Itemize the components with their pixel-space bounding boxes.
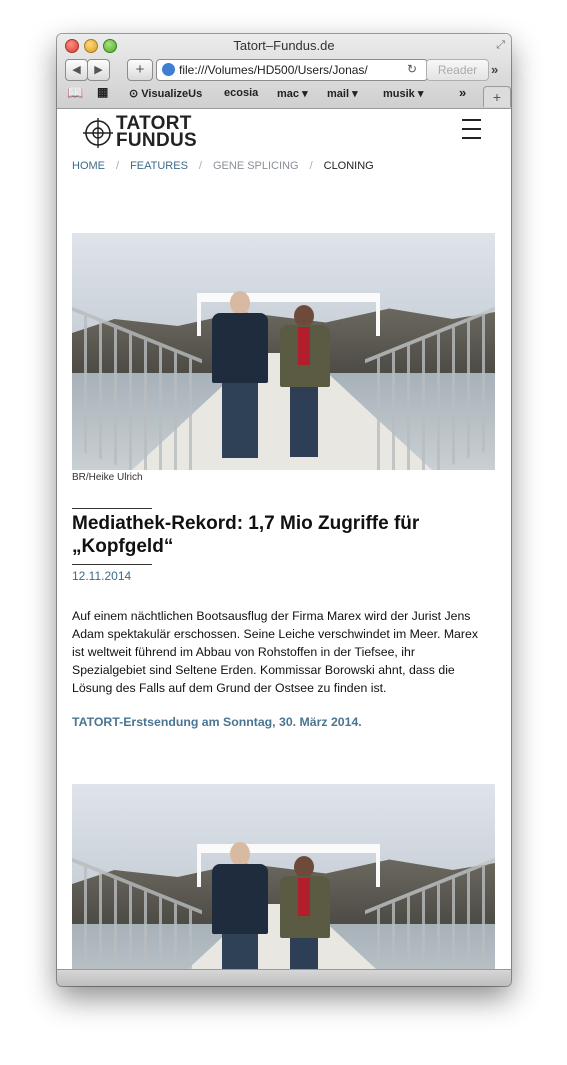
bookmark-mac[interactable]: mac ▾ [277,87,308,100]
reload-icon[interactable]: ↻ [407,59,423,79]
share-add-button[interactable]: + [127,59,153,81]
add-icon: + [135,61,145,78]
address-bar[interactable]: file:///Volumes/HD500/Users/Jonas/ [156,59,428,81]
breadcrumb-cloning: CLONING [323,160,374,172]
new-tab-button[interactable]: + [483,86,511,107]
forward-icon: ▶ [94,64,103,76]
crosshair-logo-icon [83,118,113,148]
divider [72,564,152,565]
article-image[interactable] [72,233,495,470]
window-title: Tatort–Fundus.de [233,38,335,53]
article-cta-link[interactable]: TATORT-Erstsendung am Sonntag, 30. März … [72,715,362,729]
fullscreen-icon[interactable]: ⤢ [496,39,505,52]
bookmark-musik[interactable]: musik ▾ [383,87,423,100]
breadcrumb-features[interactable]: FEATURES [130,160,188,172]
page-content: TATORT FUNDUS HOME / FEATURES / GENE SPLICIN… [57,109,511,969]
bookmark-ecosia[interactable]: ecosia [224,87,258,99]
grid-icon[interactable]: ▦ [97,85,108,99]
back-icon: ◀ [72,64,81,76]
forward-button[interactable]: ▶ [87,59,110,81]
status-bar [57,969,511,986]
browser-chrome: Tatort–Fundus.de ⤢ ◀ ▶ + file:///Volumes… [57,34,511,109]
bookmarks-bar: 📖 ▦ ⊙ VisualizeUs ecosia mac ▾ mail ▾ mu… [57,84,511,104]
menu-icon[interactable] [462,119,481,139]
book-icon[interactable]: 📖 [67,85,83,101]
reader-button[interactable]: Reader [426,59,489,81]
image-caption: BR/Heike Ulrich [72,472,143,483]
breadcrumb-gene-splicing[interactable]: GENE SPLICING [213,160,299,172]
bookmark-visualizeus[interactable]: ⊙ VisualizeUs [129,87,202,100]
bookmarks-overflow-icon[interactable]: » [459,85,466,100]
address-text: file:///Volumes/HD500/Users/Jonas/ [179,63,368,77]
title-bar: Tatort–Fundus.de ⤢ [57,34,511,56]
article-date: 12.11.2014 [72,569,132,583]
article-body: Auf einem nächtlichen Bootsausflug der F… [72,609,478,695]
bookmark-mail[interactable]: mail ▾ [327,87,358,100]
breadcrumb: HOME / FEATURES / GENE SPLICING / CLONING [72,160,374,172]
next-article-image[interactable] [72,784,495,969]
globe-icon [162,63,175,76]
breadcrumb-home[interactable]: HOME [72,160,105,172]
divider [72,508,152,509]
toolbar-overflow-icon[interactable]: » [491,62,498,77]
logo-text: TATORT FUNDUS [116,113,197,151]
article-headline[interactable]: Mediathek-Rekord: 1,7 Mio Zugriffe für „… [72,512,492,558]
browser-window: Tatort–Fundus.de ⤢ ◀ ▶ + file:///Volumes… [57,34,511,986]
back-button[interactable]: ◀ [65,59,88,81]
